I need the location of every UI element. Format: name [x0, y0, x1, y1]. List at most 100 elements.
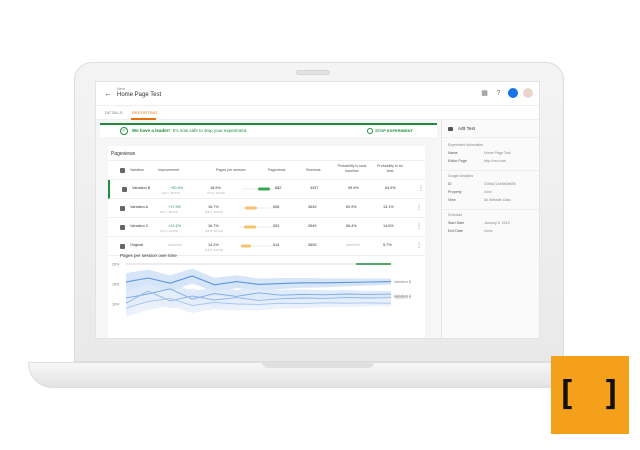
pps-value: 18.9%: [210, 186, 221, 190]
avatar[interactable]: [523, 88, 533, 98]
row-checkbox[interactable]: [120, 225, 125, 230]
more-vert-icon[interactable]: ⋮: [416, 242, 422, 249]
pps-range: (15.4, 16.9%): [205, 210, 224, 214]
back-arrow-icon[interactable]: ←: [104, 89, 112, 98]
improvement-range: (21.1, 35.6%): [162, 191, 181, 195]
report-card: Pageviews Variation Improvement Pages pe…: [108, 146, 425, 338]
prob-baseline: 69.9%: [346, 205, 357, 209]
apps-icon[interactable]: ▦: [480, 89, 489, 98]
sessions: 3437: [310, 186, 319, 190]
col-improvement: Improvement: [158, 168, 179, 172]
prob-best: 5.7%: [383, 243, 392, 247]
stop-experiment-button[interactable]: STOP EXPERIMENT: [367, 128, 413, 134]
prob-baseline: 56.4%: [346, 224, 357, 228]
details-sidebar: A/B Test Experiment Information Name Hom…: [441, 120, 539, 338]
prob-baseline: 99.9%: [348, 186, 359, 190]
laptop-screen: ← New Home Page Test ▦ ? DETAILS REPORTI…: [95, 81, 540, 339]
divider: [442, 209, 539, 210]
col-pps: Pages per session: [216, 168, 246, 172]
laptop-mockup: ← New Home Page Test ▦ ? DETAILS REPORTI…: [0, 0, 640, 450]
improvement: +13.1%: [168, 224, 181, 228]
row-checkbox[interactable]: [122, 187, 127, 192]
variation-name: Variation B: [132, 186, 151, 190]
row-checkbox[interactable]: [120, 206, 125, 211]
tab-bar: DETAILS REPORTING: [96, 106, 539, 120]
tab-details[interactable]: DETAILS: [105, 110, 123, 115]
table-row[interactable]: Variation B +30.4% (21.1, 35.6%) 18.9% (…: [108, 180, 425, 199]
info-value: Xxxx: [484, 190, 492, 194]
info-value: All Website Data: [484, 198, 511, 202]
prob-baseline: baseline: [346, 243, 361, 247]
pps-range: (13.8, 14.5%): [205, 248, 224, 252]
info-key: Start Date: [448, 221, 465, 225]
pps-range: (17.9, 19.3%): [207, 191, 226, 195]
table-row[interactable]: Variation A +17.9% (16.7, 18.4%) 16.7% (…: [108, 199, 425, 218]
pageviews: 593: [273, 224, 280, 228]
ab-test-icon: [448, 127, 453, 131]
variation-name: Variation A: [130, 205, 149, 209]
info-key: Property: [448, 190, 462, 194]
help-icon[interactable]: ?: [494, 89, 503, 98]
y-tick-label: 15%: [112, 283, 120, 287]
pageviews: 514: [273, 243, 280, 247]
page-title: Home Page Test: [117, 92, 162, 98]
brackets-logo-icon: [ ]: [556, 374, 624, 414]
improvement: +30.4%: [170, 186, 183, 190]
info-key: Editor Page: [448, 159, 467, 163]
banner-text: It's now safe to stop your experiment.: [173, 128, 248, 133]
breadcrumb: New: [117, 86, 126, 91]
improvement-range: (15.4, 14.0%): [160, 229, 179, 233]
col-sessions: Sessions: [306, 168, 321, 172]
leader-banner: ✓ We have a leader! It's now safe to sto…: [100, 123, 437, 137]
y-tick-label: 20%: [112, 263, 120, 267]
more-vert-icon[interactable]: ⋮: [416, 204, 422, 211]
pps-line-chart: 20%15%10%Variation BVariation AVariation…: [112, 263, 412, 317]
pps-range: (15.8, 18.1%): [205, 229, 224, 233]
row-checkbox[interactable]: [120, 244, 125, 249]
info-value: None: [484, 229, 493, 233]
header-actions: ▦ ?: [480, 88, 533, 98]
stop-label: STOP EXPERIMENT: [375, 128, 413, 134]
info-key: Name: [448, 151, 458, 155]
info-value: D06fa714e8a0d695: [484, 182, 516, 186]
improvement-range: (16.7, 18.4%): [160, 210, 179, 214]
more-vert-icon[interactable]: ⋮: [418, 185, 424, 192]
pageviews: 682: [275, 186, 282, 190]
improvement: baseline: [168, 243, 183, 247]
sidebar-header: A/B Test: [442, 120, 539, 138]
account-icon[interactable]: [508, 88, 518, 98]
series-label: Variation B: [394, 280, 412, 284]
pageviews: 608: [273, 205, 280, 209]
table-header: Variation Improvement Pages per session …: [108, 160, 425, 180]
info-key: View: [448, 198, 456, 202]
stop-icon: [367, 128, 374, 134]
col-prob-baseline: Probability to beat baseline: [337, 164, 367, 173]
prob-best: 13.1%: [383, 205, 394, 209]
section-heading: Experiment Information: [448, 143, 484, 147]
info-value: Home Page Test: [484, 151, 511, 155]
section-heading: Schedule: [448, 213, 463, 217]
table-row[interactable]: Variation C +13.1% (15.4, 14.0%) 16.7% (…: [108, 218, 425, 237]
col-prob-best: Probability to be best: [377, 164, 403, 173]
improvement: +17.9%: [168, 205, 181, 209]
col-variation: Variation: [130, 168, 144, 172]
info-key: ID: [448, 182, 452, 186]
series-label: Variation C: [394, 296, 412, 300]
check-circle-icon: ✓: [120, 127, 128, 135]
sessions: 3605: [308, 243, 317, 247]
select-all-checkbox[interactable]: [120, 168, 125, 173]
info-value[interactable]: http://xxx.com: [484, 159, 506, 163]
sessions: 3649: [308, 205, 317, 209]
section-heading: Google Analytics: [448, 174, 474, 178]
main-content: ✓ We have a leader! It's now safe to sto…: [96, 120, 441, 338]
laptop-notch: [262, 362, 374, 368]
app-header: ← New Home Page Test ▦ ?: [96, 82, 539, 106]
pps-value: 14.2%: [208, 243, 219, 247]
report-title: Pageviews: [111, 151, 136, 157]
laptop-camera: [296, 70, 330, 75]
info-key: End Date: [448, 229, 463, 233]
prob-best: 64.5%: [385, 186, 396, 190]
more-vert-icon[interactable]: ⋮: [416, 223, 422, 230]
tab-reporting[interactable]: REPORTING: [132, 110, 158, 115]
variation-name: Original: [130, 243, 144, 247]
